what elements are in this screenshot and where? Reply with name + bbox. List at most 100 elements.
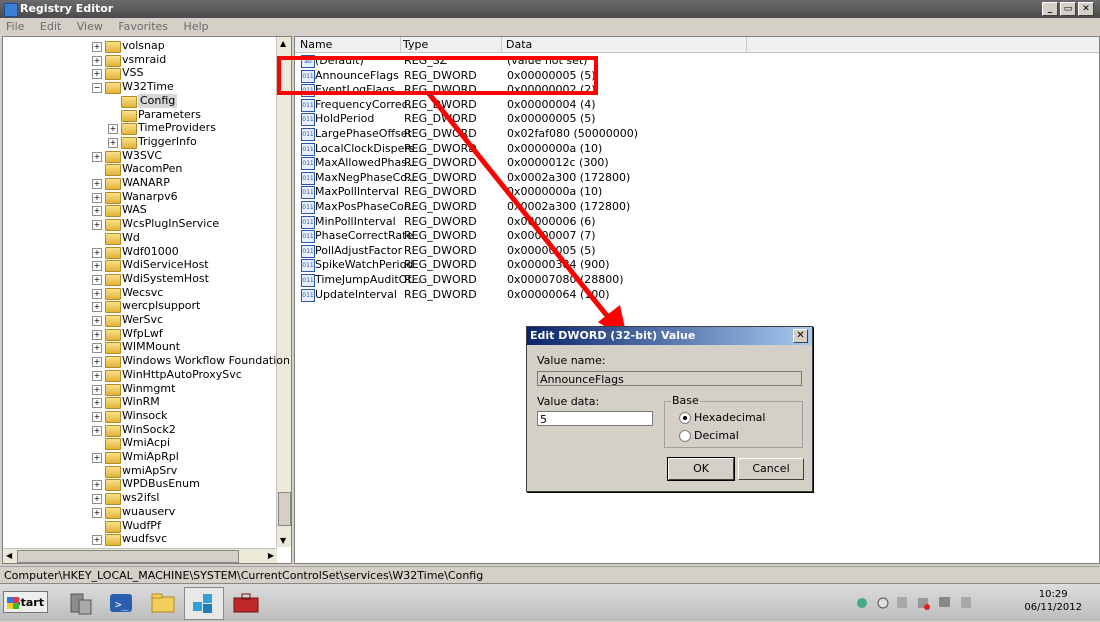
tree-item[interactable]: Parameters <box>3 108 275 122</box>
expand-icon[interactable]: + <box>92 274 102 285</box>
tree-item-label[interactable]: WfpLwf <box>122 327 163 341</box>
value-row[interactable]: 011 MaxPosPhaseCor... REG_DWORD 0x0002a300 … <box>295 200 1099 214</box>
expand-icon[interactable]: + <box>92 247 102 258</box>
expand-icon[interactable]: + <box>108 124 118 135</box>
menu-file[interactable]: File <box>0 18 30 35</box>
tree-item-label[interactable]: Wdf01000 <box>122 245 179 259</box>
tree-item[interactable]: + WAS <box>3 203 275 218</box>
close-button[interactable]: ✕ <box>1078 2 1094 16</box>
tree-item-label[interactable]: wercplsupport <box>122 299 200 313</box>
expand-icon[interactable]: + <box>92 179 102 189</box>
expand-icon[interactable]: + <box>92 507 102 518</box>
powershell-icon[interactable]: >_ <box>101 587 141 620</box>
decimal-radio[interactable] <box>679 430 691 442</box>
tree-item[interactable]: + Wdf01000 <box>3 245 275 259</box>
tree-item-label[interactable]: TriggerInfo <box>138 135 197 149</box>
scroll-up-icon[interactable]: ▲ <box>280 39 286 48</box>
tree-item-label[interactable]: WacomPen <box>122 162 182 176</box>
collapse-icon[interactable]: − <box>92 83 102 94</box>
expand-icon[interactable]: + <box>92 42 102 52</box>
tree-item-label[interactable]: Config <box>138 93 178 108</box>
column-header-data[interactable]: Data <box>501 37 747 52</box>
expand-icon[interactable]: + <box>92 220 102 231</box>
tree-item[interactable]: + WmiApRpl <box>3 450 275 464</box>
tree-item-label[interactable]: WPDBusEnum <box>122 477 200 491</box>
expand-icon[interactable]: + <box>92 206 102 217</box>
tree-item-label[interactable]: wudfsvc <box>122 532 167 546</box>
column-header-type[interactable]: Type <box>398 37 502 52</box>
tree-item[interactable]: WudfPf <box>3 519 275 533</box>
tree-item[interactable]: + WIMMount <box>3 340 275 355</box>
tree-item-label[interactable]: Winmgmt <box>122 382 175 396</box>
tree-item-label[interactable]: WerSvc <box>122 313 163 327</box>
menu-view[interactable]: View <box>71 18 109 35</box>
value-row[interactable]: 011 PhaseCorrectRate REG_DWORD 0x00000007 (… <box>295 229 1099 244</box>
tree-item[interactable]: + WcsPlugInService <box>3 217 275 232</box>
tree-item[interactable]: Config <box>3 93 275 108</box>
server-manager-icon[interactable] <box>60 587 100 620</box>
expand-icon[interactable]: + <box>92 384 102 395</box>
dialog-close-icon[interactable]: ✕ <box>793 329 808 343</box>
tree-item-label[interactable]: WmiApRpl <box>122 450 179 464</box>
tree-item[interactable]: + WPDBusEnum <box>3 477 275 492</box>
expand-icon[interactable]: + <box>92 343 102 354</box>
menu-edit[interactable]: Edit <box>34 18 67 35</box>
tree-scroll-thumb[interactable] <box>278 492 291 526</box>
tree-item[interactable]: + WdiServiceHost <box>3 258 275 273</box>
expand-icon[interactable]: + <box>92 192 102 203</box>
expand-icon[interactable]: + <box>92 535 102 546</box>
tree-item-label[interactable]: W3SVC <box>122 149 162 163</box>
tree-item-label[interactable]: wmiApSrv <box>122 464 177 478</box>
tree-item[interactable]: + WfpLwf <box>3 327 275 341</box>
tree-item[interactable]: + WinHttpAutoProxySvc <box>3 368 275 382</box>
tree-horizontal-scrollbar[interactable]: ◀ ▶ <box>3 548 277 563</box>
tree-hscroll-thumb[interactable] <box>17 550 239 563</box>
tree-item[interactable]: + WANARP <box>3 176 275 190</box>
expand-icon[interactable]: + <box>92 316 102 326</box>
taskbar-clock[interactable]: 10:29 06/11/2012 <box>1024 588 1082 614</box>
expand-icon[interactable]: + <box>92 329 102 340</box>
tree-item-label[interactable]: WcsPlugInService <box>122 217 219 231</box>
value-row[interactable]: 011 MaxAllowedPhas... REG_DWORD 0x0000012c … <box>295 156 1099 171</box>
tree-item[interactable]: Wd <box>3 231 275 245</box>
tree-item-label[interactable]: W32Time <box>122 80 174 94</box>
tree-item[interactable]: + Windows Workflow Foundation 3.0.0. <box>3 354 291 369</box>
tree-item-label[interactable]: WmiAcpi <box>122 436 170 450</box>
expand-icon[interactable]: + <box>92 398 102 409</box>
start-button[interactable]: Start <box>3 591 48 613</box>
menu-favorites[interactable]: Favorites <box>112 18 174 35</box>
tree-item-label[interactable]: VSS <box>122 66 144 80</box>
tree-item-label[interactable]: Wecsvc <box>122 286 163 300</box>
expand-icon[interactable]: + <box>92 370 102 381</box>
tree-item[interactable]: + W3SVC <box>3 149 275 163</box>
explorer-icon[interactable] <box>143 587 183 620</box>
expand-icon[interactable]: + <box>92 425 102 436</box>
maximize-button[interactable]: ▭ <box>1060 2 1076 16</box>
menu-help[interactable]: Help <box>178 18 215 35</box>
scroll-right-icon[interactable]: ▶ <box>268 551 274 560</box>
tree-item-label[interactable]: TimeProviders <box>138 121 216 135</box>
expand-icon[interactable]: + <box>92 69 102 80</box>
tree-item-label[interactable]: WinHttpAutoProxySvc <box>122 368 242 382</box>
hexadecimal-label[interactable]: Hexadecimal <box>694 411 765 424</box>
value-data-input[interactable]: 5 <box>537 411 653 426</box>
tree-item-label[interactable]: WudfPf <box>122 519 161 533</box>
expand-icon[interactable]: + <box>92 288 102 299</box>
regedit-icon[interactable] <box>184 587 224 620</box>
value-row[interactable]: 011 SpikeWatchPeriod REG_DWORD 0x00000384 (… <box>295 258 1099 273</box>
tree-item[interactable]: + wuauserv <box>3 505 275 519</box>
tree-item-label[interactable]: WAS <box>122 203 147 217</box>
tree-item-label[interactable]: vsmraid <box>122 53 166 67</box>
expand-icon[interactable]: + <box>92 151 102 162</box>
tree-item[interactable]: + vsmraid <box>3 53 275 67</box>
tree-item-label[interactable]: Wd <box>122 231 140 245</box>
tree-item-label[interactable]: WdiSystemHost <box>122 272 209 286</box>
tree-item-label[interactable]: ws2ifsl <box>122 491 159 505</box>
tree-item-label[interactable]: Windows Workflow Foundation 3.0.0. <box>122 354 291 368</box>
tree-item[interactable]: + TriggerInfo <box>3 135 275 149</box>
tree-item[interactable]: WacomPen <box>3 162 275 177</box>
expand-icon[interactable]: + <box>92 55 102 66</box>
tree-item[interactable]: + WerSvc <box>3 313 275 327</box>
tree-item-label[interactable]: WinSock2 <box>122 423 176 437</box>
value-row[interactable]: 011 MaxPollInterval REG_DWORD 0x0000000a (1… <box>295 185 1099 200</box>
